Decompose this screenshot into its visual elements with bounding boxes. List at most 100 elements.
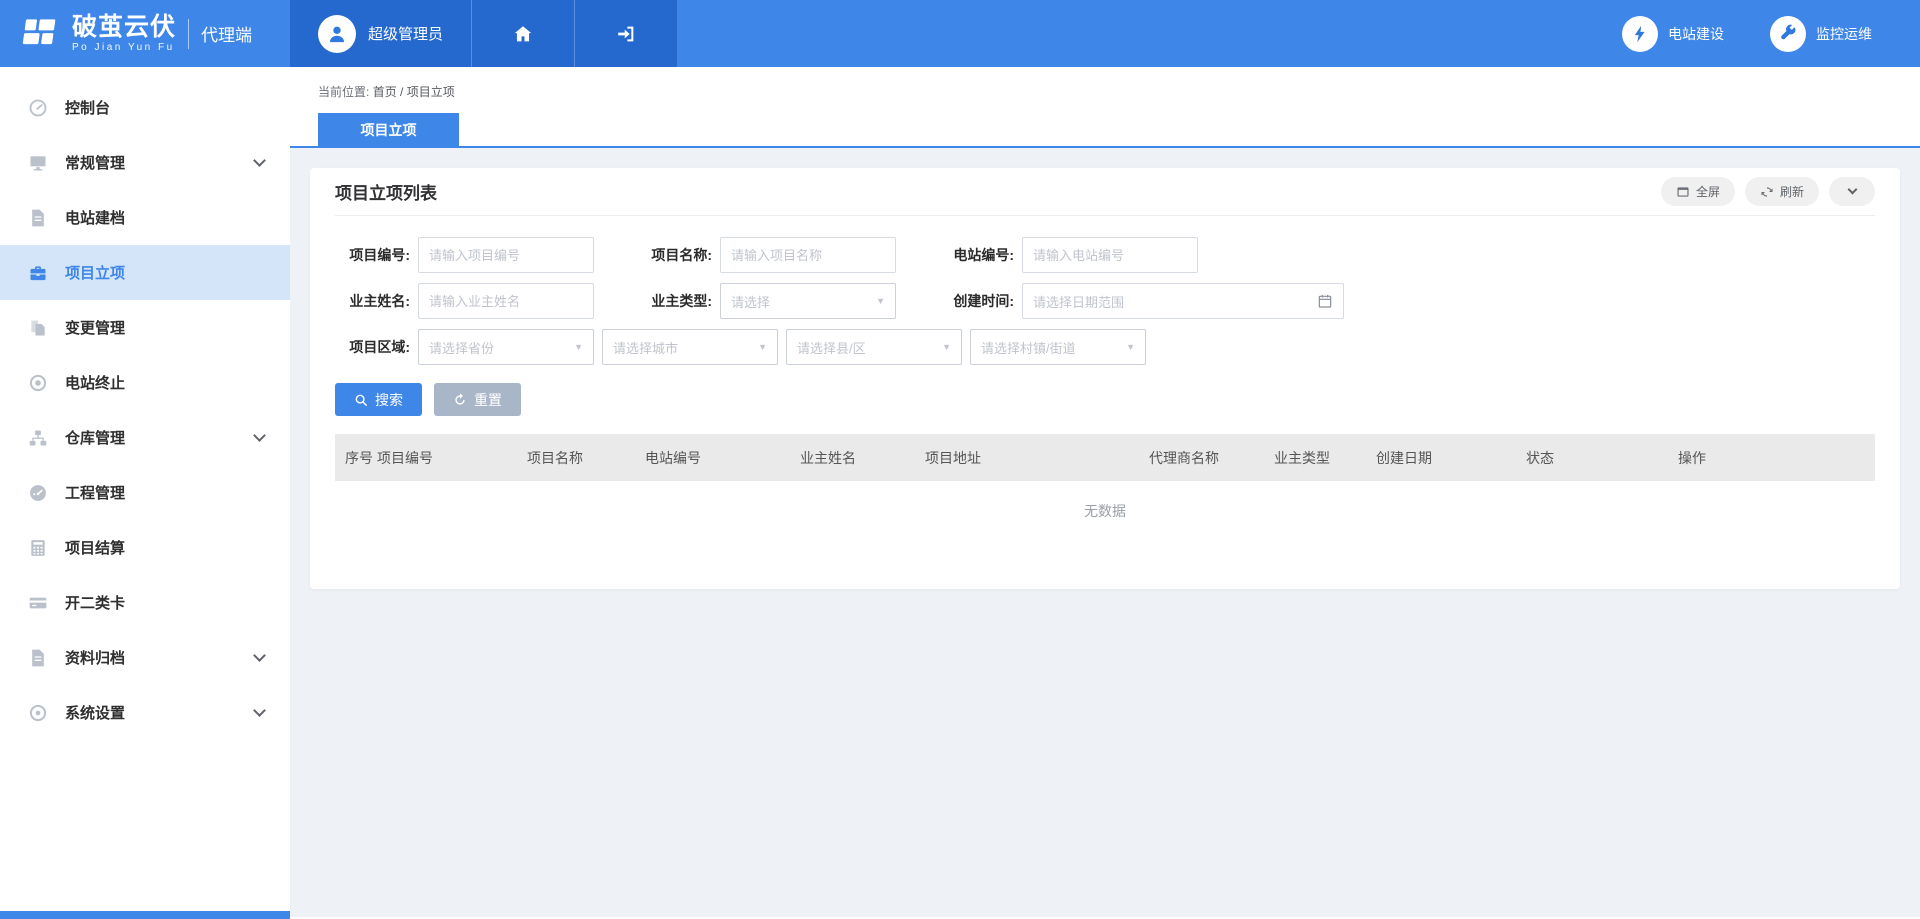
username: 超级管理员 [368, 23, 443, 44]
column-header: 代理商名称 [1149, 448, 1274, 468]
city-select[interactable]: 请选择城市 ▼ [602, 329, 778, 365]
sidebar-item-engineering-mgmt[interactable]: 工程管理 [0, 465, 290, 520]
tab-project-initiation[interactable]: 项目立项 [318, 113, 459, 146]
refresh-button[interactable]: 刷新 [1745, 177, 1819, 206]
create-time-range-picker[interactable]: 请选择日期范围 [1022, 283, 1344, 319]
province-placeholder: 请选择省份 [429, 338, 494, 357]
filter-area: 项目编号: 项目名称: 电站编号: 业主姓名: [335, 216, 1875, 416]
province-select[interactable]: 请选择省份 ▼ [418, 329, 594, 365]
quick-link-label: 电站建设 [1668, 24, 1724, 44]
sidebar-item-label: 工程管理 [65, 482, 264, 503]
refresh-icon [1760, 185, 1774, 199]
sidebar-footer-bar [0, 911, 290, 919]
station-no-input[interactable] [1022, 237, 1198, 273]
sidebar-item-change-mgmt[interactable]: 变更管理 [0, 300, 290, 355]
column-header: 业主类型 [1274, 448, 1376, 468]
sidebar-item-label: 项目结算 [65, 537, 264, 558]
chevron-down-icon [253, 154, 266, 167]
column-header: 电站编号 [645, 448, 800, 468]
column-header: 项目地址 [925, 448, 1149, 468]
brand-title: 破茧云伏 [72, 14, 176, 40]
column-header: 业主姓名 [800, 448, 925, 468]
column-header: 序号 [345, 448, 377, 468]
caret-down-icon: ▼ [1126, 342, 1135, 352]
table-header-row: 序号 项目编号 项目名称 电站编号 业主姓名 项目地址 代理商名称 业主类型 创… [335, 434, 1875, 481]
brand-logo-icon [18, 12, 62, 56]
sidebar-item-console[interactable]: 控制台 [0, 80, 290, 135]
quick-link-station-build[interactable]: 电站建设 [1622, 16, 1724, 52]
sidebar-item-system-settings[interactable]: 系统设置 [0, 685, 290, 740]
collapse-panel-button[interactable] [1829, 177, 1875, 206]
sidebar-item-station-archive[interactable]: 电站建档 [0, 190, 290, 245]
stop-circle-icon [28, 373, 48, 393]
owner-name-input[interactable] [418, 283, 594, 319]
reset-button[interactable]: 重置 [434, 383, 521, 416]
logout-icon [615, 23, 637, 45]
dashboard-icon [28, 98, 48, 118]
column-header: 项目名称 [527, 448, 645, 468]
owner-name-label: 业主姓名: [335, 291, 410, 311]
column-header: 项目编号 [377, 448, 527, 468]
owner-type-select[interactable]: 请选择 ▼ [720, 283, 896, 319]
user-zone: 超级管理员 [290, 0, 677, 67]
sidebar-item-label: 系统设置 [65, 702, 255, 723]
sidebar-item-open-class2-card[interactable]: 开二类卡 [0, 575, 290, 630]
logout-button[interactable] [574, 0, 677, 67]
create-time-label: 创建时间: [939, 291, 1014, 311]
wrench-icon [1770, 16, 1806, 52]
user-menu[interactable]: 超级管理员 [290, 0, 471, 67]
fullscreen-label: 全屏 [1696, 183, 1720, 200]
settings-icon [28, 703, 48, 723]
caret-down-icon: ▼ [574, 342, 583, 352]
town-select[interactable]: 请选择村镇/街道 ▼ [970, 329, 1146, 365]
content: 项目立项列表 全屏 刷新 项目编号: [290, 148, 1920, 917]
chevron-down-icon [253, 429, 266, 442]
project-name-input[interactable] [720, 237, 896, 273]
sidebar-item-warehouse-mgmt[interactable]: 仓库管理 [0, 410, 290, 465]
sidebar-item-station-termination[interactable]: 电站终止 [0, 355, 290, 410]
sidebar-item-general-mgmt[interactable]: 常规管理 [0, 135, 290, 190]
region-label: 项目区域: [335, 337, 410, 357]
column-header: 状态 [1526, 448, 1678, 468]
lightning-icon [1622, 16, 1658, 52]
home-button[interactable] [471, 0, 574, 67]
sidebar-item-data-archive[interactable]: 资料归档 [0, 630, 290, 685]
panel-header: 项目立项列表 全屏 刷新 [335, 168, 1875, 216]
sidebar-item-label: 变更管理 [65, 317, 264, 338]
owner-type-placeholder: 请选择 [731, 292, 770, 311]
sidebar: 控制台 常规管理 电站建档 项目立项 变更管理 电站终止 [0, 67, 290, 919]
gauge-icon [28, 483, 48, 503]
search-icon [354, 393, 368, 407]
calculator-icon [28, 538, 48, 558]
quick-link-monitor-ops[interactable]: 监控运维 [1770, 16, 1872, 52]
sidebar-item-label: 项目立项 [65, 262, 264, 283]
reset-icon [453, 393, 467, 407]
sidebar-item-label: 仓库管理 [65, 427, 255, 448]
search-button[interactable]: 搜索 [335, 383, 422, 416]
project-no-input[interactable] [418, 237, 594, 273]
column-header: 创建日期 [1376, 448, 1526, 468]
reset-label: 重置 [474, 390, 502, 410]
brand-text: 破茧云伏 Po Jian Yun Fu [72, 14, 176, 54]
sidebar-item-project-initiation[interactable]: 项目立项 [0, 245, 290, 300]
results-table: 序号 项目编号 项目名称 电站编号 业主姓名 项目地址 代理商名称 业主类型 创… [335, 434, 1875, 541]
sidebar-item-label: 资料归档 [65, 647, 255, 668]
quick-link-label: 监控运维 [1816, 24, 1872, 44]
file-icon [28, 208, 48, 228]
top-bar: 破茧云伏 Po Jian Yun Fu 代理端 超级管理员 电站 [0, 0, 1920, 67]
county-select[interactable]: 请选择县/区 ▼ [786, 329, 962, 365]
brand: 破茧云伏 Po Jian Yun Fu 代理端 [0, 0, 290, 67]
chevron-down-icon [253, 649, 266, 662]
column-header: 操作 [1678, 448, 1875, 468]
sidebar-item-project-settlement[interactable]: 项目结算 [0, 520, 290, 575]
fullscreen-button[interactable]: 全屏 [1661, 177, 1735, 206]
archive-icon [28, 648, 48, 668]
breadcrumb-path: 首页 / 项目立项 [373, 85, 455, 99]
owner-type-label: 业主类型: [637, 291, 712, 311]
caret-down-icon: ▼ [758, 342, 767, 352]
card-icon [28, 593, 48, 613]
refresh-label: 刷新 [1780, 183, 1804, 200]
caret-down-icon: ▼ [942, 342, 951, 352]
breadcrumb-label: 当前位置: [318, 85, 369, 99]
calendar-icon [1317, 293, 1333, 309]
